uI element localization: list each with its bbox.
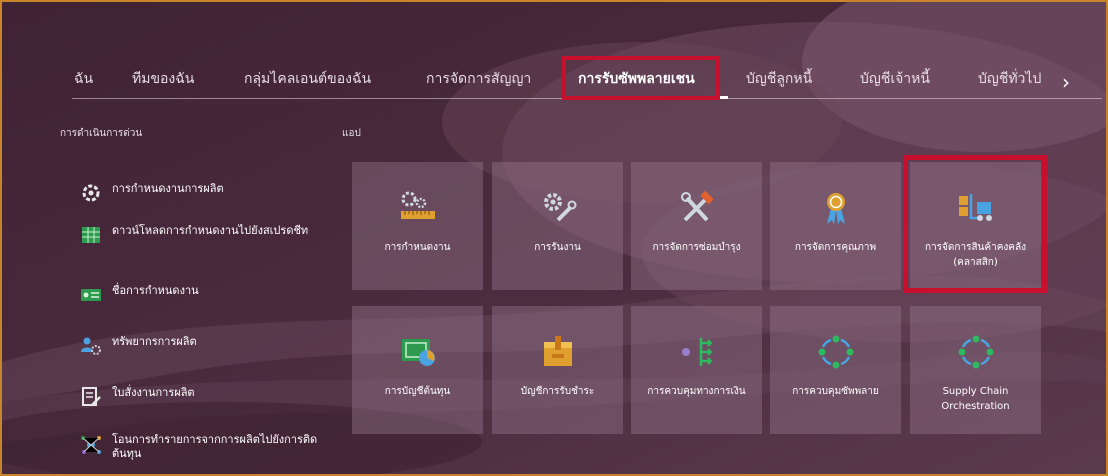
app-tile-label: การกำหนดงาน: [384, 242, 451, 253]
app-tile-label: การควบคุมทางการเงิน: [647, 386, 746, 397]
quick-action-work-orders[interactable]: ใบสั่งงานการผลิต: [80, 386, 320, 408]
app-tile-label: การบัญชีต้นทุน: [384, 386, 451, 397]
app-tile-cost-accounting[interactable]: การบัญชีต้นทุน: [352, 306, 483, 434]
app-tile-label: บัญชีการรับชำระ: [520, 386, 595, 397]
box-icon: [543, 336, 572, 366]
cost-chart-icon: [401, 339, 435, 366]
tab-contract-management[interactable]: การจัดการสัญญา: [426, 68, 531, 90]
app-tile-label: การควบคุมซัพพลาย: [792, 386, 879, 397]
chevron-right-icon[interactable]: ›: [1062, 70, 1070, 94]
apps-title: แอป: [342, 128, 361, 139]
app-window: ฉัน ทีมของฉัน กลุ่มไคลเอนต์ของฉัน การจัด…: [0, 0, 1108, 476]
hammer-wrench-icon: [680, 190, 714, 222]
network-icon: [81, 436, 101, 454]
app-tile-label: การจัดการซ่อมบำรุง: [652, 242, 741, 253]
spreadsheet-icon: [82, 227, 100, 243]
tab-receivables[interactable]: บัญชีลูกหนี้: [746, 68, 812, 90]
app-tile-label: การจัดการคุณภาพ: [794, 242, 877, 253]
cycle-arrows-icon: [958, 335, 993, 369]
settings-gear-icon: [82, 184, 100, 202]
app-tile-label: การรันงาน: [534, 242, 581, 253]
document-pencil-icon: [82, 387, 101, 406]
quick-action-work-definition-names[interactable]: ชื่อการกำหนดงาน: [80, 284, 320, 306]
tab-my-client-groups[interactable]: กลุ่มไคลเอนต์ของฉัน: [244, 68, 371, 90]
app-tile-quality-management[interactable]: การจัดการคุณภาพ: [770, 162, 901, 290]
branch-arrows-icon: [681, 338, 712, 366]
gear-ruler-icon: [400, 191, 435, 219]
quick-action-label: ใบสั่งงานการผลิต: [112, 386, 195, 399]
tile-highlight-box: [903, 155, 1047, 293]
tab-payables[interactable]: บัญชีเจ้าหนี้: [860, 68, 930, 90]
gears-wrench-icon: [543, 193, 576, 222]
quick-action-download-spreadsheet[interactable]: ดาวน์โหลดการกำหนดงานไปยังสเปรดชีท: [80, 224, 320, 246]
app-tile-work-definition[interactable]: การกำหนดงาน: [352, 162, 483, 290]
app-tile-receipt-accounting[interactable]: บัญชีการรับชำระ: [492, 306, 623, 434]
quick-action-label: การกำหนดงานการผลิต: [112, 182, 224, 195]
app-tile-label: Supply Chain Orchestration: [941, 386, 1010, 412]
quick-action-transfer-to-costing[interactable]: โอนการทำรายการจากการผลิตไปยังการติดต้นทุ…: [80, 433, 320, 461]
tab-me[interactable]: ฉัน: [74, 68, 93, 90]
quick-action-label: ทรัพยากรการผลิต: [112, 335, 197, 348]
award-ribbon-icon: [826, 193, 845, 225]
app-tile-supply-chain-orchestration[interactable]: Supply Chain Orchestration: [910, 306, 1041, 434]
app-tile-work-execution[interactable]: การรันงาน: [492, 162, 623, 290]
quick-action-label: โอนการทำรายการจากการผลิตไปยังการติดต้นทุ…: [112, 433, 318, 460]
quick-actions-title: การดำเนินการด่วน: [60, 128, 143, 139]
quick-action-label: ดาวน์โหลดการกำหนดงานไปยังสเปรดชีท: [112, 224, 309, 237]
quick-action-work-definitions[interactable]: การกำหนดงานการผลิต: [80, 182, 320, 204]
quick-action-production-resources[interactable]: ทรัพยากรการผลิต: [80, 335, 320, 357]
cycle-arrows-icon: [818, 335, 853, 369]
quick-action-label: ชื่อการกำหนดงาน: [112, 284, 199, 297]
tab-my-team[interactable]: ทีมของฉัน: [132, 68, 194, 90]
tab-highlight-box: [562, 56, 720, 100]
app-tile-maintenance-management[interactable]: การจัดการซ่อมบำรุง: [631, 162, 762, 290]
app-tile-supply-control[interactable]: การควบคุมซัพพลาย: [770, 306, 901, 434]
people-gear-icon: [81, 337, 101, 355]
tab-general-accounting[interactable]: บัญชีทั่วไป: [978, 68, 1041, 90]
tab-bar: ฉัน ทีมของฉัน กลุ่มไคลเอนต์ของฉัน การจัด…: [62, 56, 1102, 102]
app-tile-financial-controls[interactable]: การควบคุมทางการเงิน: [631, 306, 762, 434]
id-card-icon: [81, 289, 101, 301]
